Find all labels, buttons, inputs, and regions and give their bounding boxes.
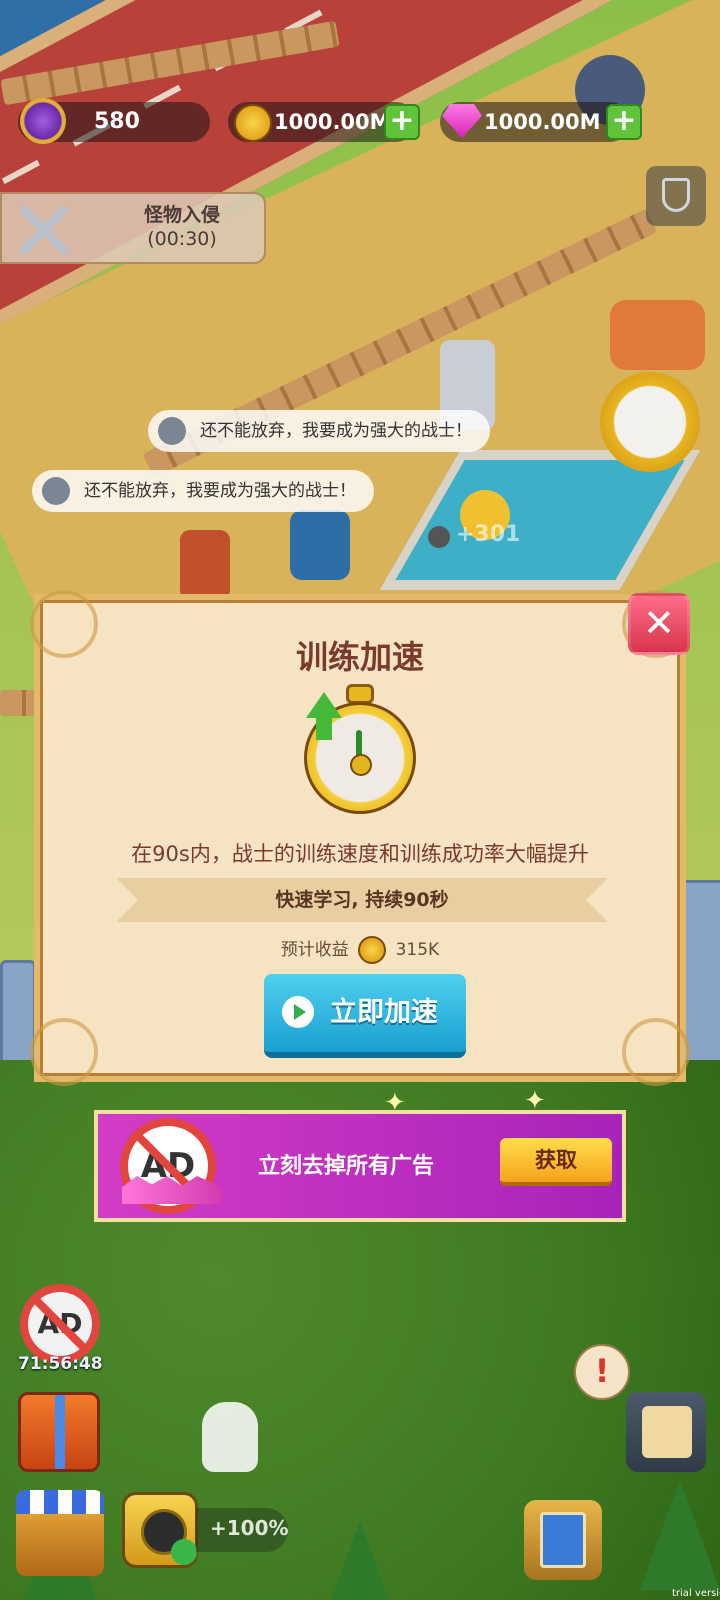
shield-button[interactable] [646,166,706,226]
speech-bubble: 还不能放弃，我要成为强大的战士！ [32,470,374,512]
tree-icon [320,1520,400,1600]
corner-ornament [622,1018,690,1086]
coin-icon [234,104,272,142]
warrior-character[interactable] [290,510,350,580]
gift-box-button[interactable] [18,1392,100,1472]
book-icon [540,1512,586,1568]
tree-icon [640,1480,720,1590]
dialog-description: 在90s内，战士的训练速度和训练成功率大幅提升 [131,842,589,866]
gift-ribbon-icon [55,1395,65,1469]
event-title: 怪物入侵 [143,204,220,226]
sad-face-icon [42,477,70,505]
no-ads-offer-button[interactable]: AD [20,1284,100,1364]
coin-icon [358,936,387,964]
revenue-value: 315K [395,940,440,960]
warrior-group[interactable] [610,300,705,370]
duration-banner: 快速学习, 持续90秒 [116,878,608,922]
warrior-character[interactable] [180,530,230,600]
boost-label: +100% [210,1516,289,1540]
level-value: 580 [94,109,140,134]
crossed-swords-icon [12,200,74,258]
play-icon [171,1539,197,1565]
speed-up-now-button[interactable]: 立即加速 [264,974,466,1058]
stopwatch-widget[interactable] [600,372,700,472]
quest-scroll-button[interactable] [626,1392,706,1472]
offer-timer: 71:56:48 [18,1354,103,1374]
income-boost-button[interactable] [122,1492,198,1568]
stopwatch-icon [302,684,418,820]
gems-value: 1000.00M [484,110,601,134]
tutorial-hand-icon [202,1402,258,1472]
floating-gain: +301 [456,522,521,547]
no-ad-text: AD [37,1307,83,1340]
speed-up-label: 立即加速 [330,997,438,1028]
corner-ornament [30,1018,98,1086]
training-speedup-dialog: 训练加速 在90s内，战士的训练速度和训练成功率大幅提升 快速学习, 持续90秒… [30,590,690,1086]
awning-icon [16,1490,104,1514]
revenue-label: 预计收益 [280,940,349,960]
watermark: trial version [672,1588,720,1599]
scroll-icon [642,1406,692,1458]
speech-bubble: 还不能放弃，我要成为强大的战士！ [148,410,490,452]
shield-icon [662,178,690,212]
arrow-up-icon [306,692,342,718]
alert-bubble[interactable]: ! [574,1344,630,1400]
add-gems-button[interactable]: + [606,104,642,140]
play-icon [282,996,314,1028]
monster-invasion-button[interactable]: 怪物入侵 (00:30) [0,192,266,264]
shop-stall-button[interactable] [16,1490,104,1576]
coin-icon [428,526,450,548]
speech-text: 还不能放弃，我要成为强大的战士！ [200,421,472,441]
expected-revenue: 预计收益 315K [40,936,680,964]
duration-text: 快速学习, 持续90秒 [275,889,449,911]
event-timer: (00:30) [147,228,217,250]
add-coins-button[interactable]: + [384,104,420,140]
get-button[interactable]: 获取 [500,1138,612,1186]
coins-value: 1000.00M [274,110,391,134]
speech-text: 还不能放弃，我要成为强大的战士！ [84,481,356,501]
dialog-title: 训练加速 [295,638,424,676]
warrior-book-button[interactable] [524,1500,602,1580]
level-badge-icon [20,98,66,144]
remove-ads-text: 立刻去掉所有广告 [258,1154,435,1179]
remove-ads-banner[interactable]: AD 立刻去掉所有广告 获取 [94,1110,626,1222]
sad-face-icon [158,417,186,445]
close-button[interactable]: ✕ [628,593,690,655]
